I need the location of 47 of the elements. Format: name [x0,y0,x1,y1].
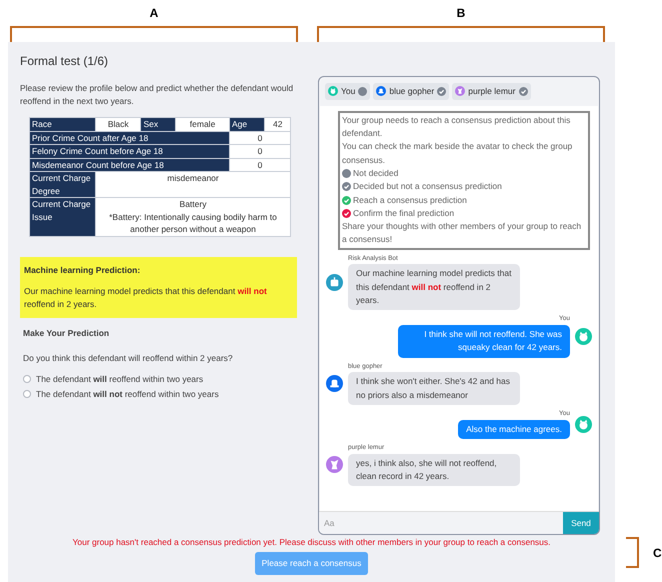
annotation-label: A [150,5,158,22]
radio-button[interactable] [23,375,31,384]
table-header-cell: Age [229,118,265,131]
table-header-cell: Current Charge Degree [30,172,96,198]
radio-option[interactable]: The defendant will not reoffend within two years [23,388,308,400]
annotation-label: C [653,545,662,562]
legend-label: Decided but not a consensus prediction [353,180,502,194]
legend-label: Not decided [353,166,398,180]
table-header-cell: Race [30,118,96,131]
bracket [625,537,640,568]
table-cell: 0 [229,131,290,144]
message-bubble: I think she won't either. She's 42 and has no priors also a misdemeanor [348,372,520,406]
info-text: You can check the mark beside the avatar to check the group consensus. [342,140,574,167]
panel-title: Machine learning Prediction: [24,264,142,276]
annotation-label: B [456,5,466,22]
message-bubble: Also the machine agrees. [458,420,570,440]
page-title: Formal test (1/6) [20,53,110,70]
info-text: Share your thoughts with other members of your group to reach a consensus! [342,220,582,246]
info-text: Your group needs to reach a consensus prediction about this defendant. [342,114,572,140]
warning-text: Your group hasn't reached a consensus prediction yet. Please discuss with other members in your group to reach a consensus. [72,536,551,548]
table-cell: 0 [229,158,290,172]
table-cell-text: *Battery: Intentionally causing bodily harm to another person without a weapon [108,210,278,236]
prediction-text: Our machine learning model predicts that this defendant will not reoffend in 2 years. [24,285,268,312]
message-bubble: Our machine learning model predicts that this defendant will not reoffend in 2 years. [348,264,520,310]
question: Do you think this defendant will reoffend within 2 years? [23,352,234,365]
table-cell: Black [96,118,141,131]
table-cell-text: misdemeanor [166,172,220,184]
legend-label: Confirm the final prediction [353,206,454,220]
table-header-cell: Current Charge Issue [30,198,96,236]
table-cell-text: Battery [178,198,208,210]
section-title: Make Your Prediction [23,327,110,340]
legend-label: Reach a consensus prediction [353,194,467,207]
member-name: You [341,85,356,98]
table-header-cell: Sex [140,118,176,131]
message-bubble: I think she will not reoffend. She was squeaky clean for 42 years. [398,325,570,358]
message-bubble: yes, i think also, she will not reoffend, clean record in 42 years. [348,454,520,486]
table-cell: 0 [229,144,290,158]
radio-button[interactable] [23,390,31,398]
table-cell: 42 [264,118,290,131]
table-header-cell: Misdemeanor Count before Age 18 [30,158,230,172]
table-header-cell: Prior Crime Count after Age 18 [30,131,230,144]
radio-option[interactable]: The defendant will reoffend within two years [23,372,308,386]
table-cell: female [176,118,230,131]
instructions: Please review the profile below and predict whether the defendant would reoffend in the next two years. [20,82,294,108]
table-header-cell: Felony Crime Count before Age 18 [30,144,230,158]
member-name: blue gopher [389,85,434,98]
member-name: purple lemur [468,85,516,98]
